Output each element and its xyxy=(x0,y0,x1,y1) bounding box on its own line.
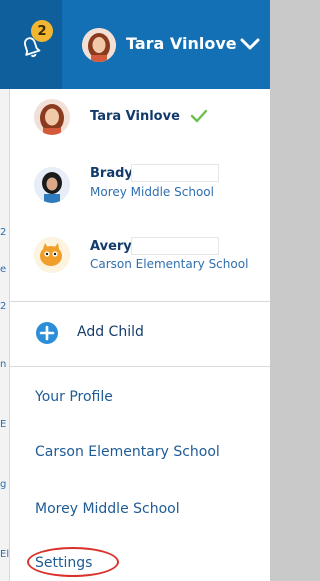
divider xyxy=(10,301,270,302)
check-icon xyxy=(190,109,208,123)
account-name-label: Tara Vinlove xyxy=(90,109,180,124)
background-fragment: 2 xyxy=(0,227,7,238)
account-name-label: Avery xyxy=(90,239,132,254)
highlight-circle xyxy=(27,547,119,577)
top-bar: 2 Tara Vinlove xyxy=(0,0,270,89)
add-child-button[interactable]: Add Child xyxy=(10,309,270,353)
account-avatar[interactable] xyxy=(82,28,116,62)
background-fragment: e xyxy=(0,264,7,275)
avatar xyxy=(34,167,70,203)
add-child-label: Add Child xyxy=(77,324,144,340)
background-fragment: n xyxy=(0,359,7,370)
school-link-carson[interactable]: Carson Elementary School xyxy=(35,444,220,460)
plus-icon xyxy=(36,322,58,344)
account-school-label: Morey Middle School xyxy=(90,185,214,199)
account-item-tara[interactable]: Tara Vinlove xyxy=(10,89,270,144)
divider xyxy=(10,366,270,367)
your-profile-link[interactable]: Your Profile xyxy=(35,389,113,405)
account-item-brady[interactable]: Brady Morey Middle School xyxy=(10,144,270,210)
school-link-morey[interactable]: Morey Middle School xyxy=(35,501,180,517)
avatar xyxy=(34,237,70,273)
account-name[interactable]: Tara Vinlove xyxy=(126,34,237,53)
account-dropdown-menu: Tara Vinlove Brady Morey Middle School A… xyxy=(10,89,270,581)
background-page-edge: 2 e 2 n E g El xyxy=(0,89,10,581)
redaction-box xyxy=(131,237,219,255)
background-fragment: 2 xyxy=(0,301,7,312)
background-fragment: g xyxy=(0,479,7,490)
account-school-label: Carson Elementary School xyxy=(90,257,249,271)
chevron-down-icon[interactable] xyxy=(240,37,260,51)
notification-badge: 2 xyxy=(31,20,53,42)
account-item-avery[interactable]: Avery Carson Elementary School xyxy=(10,210,270,289)
account-name-label: Brady xyxy=(90,166,133,181)
background-fragment: El xyxy=(0,549,10,560)
notifications-button[interactable]: 2 xyxy=(0,0,62,89)
redaction-box xyxy=(131,164,219,182)
background-fragment: E xyxy=(0,419,7,430)
avatar xyxy=(34,99,70,135)
